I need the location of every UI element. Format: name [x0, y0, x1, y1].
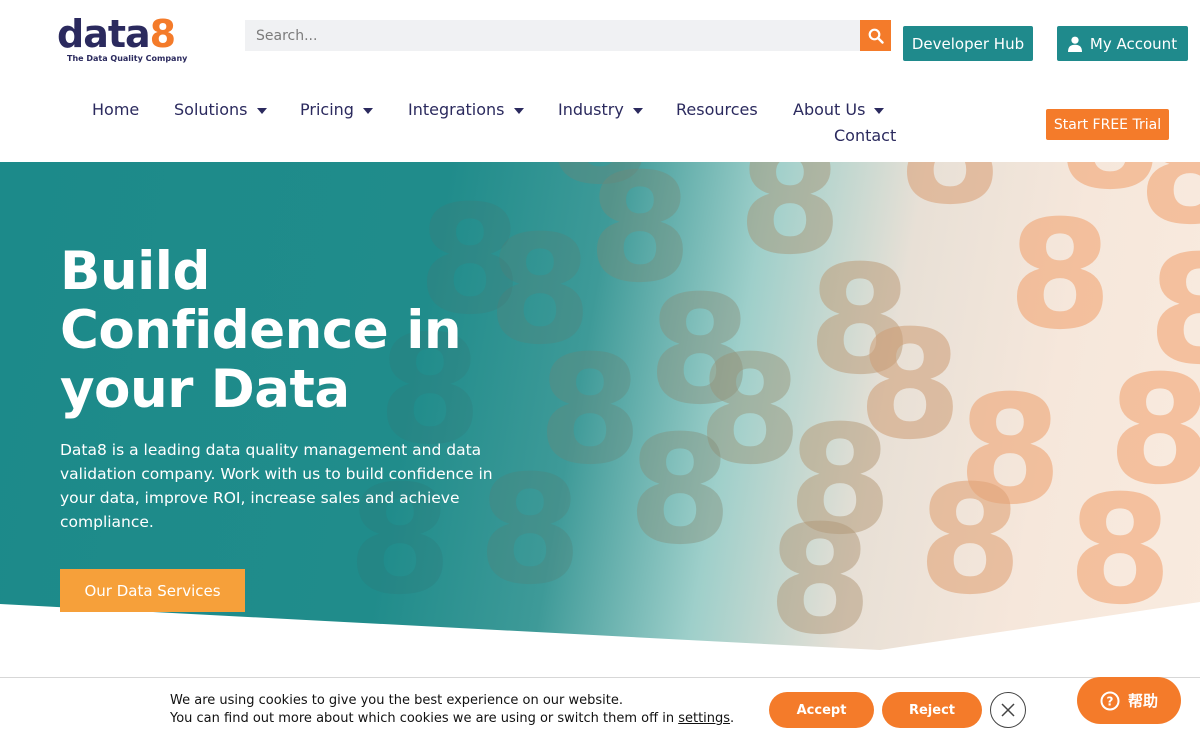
- cookie-settings-link[interactable]: settings: [678, 711, 730, 726]
- nav-item-industry[interactable]: Industry: [558, 100, 643, 119]
- nav-label: Integrations: [408, 100, 505, 119]
- cookie-accept-button[interactable]: Accept: [769, 692, 874, 728]
- our-data-services-button[interactable]: Our Data Services: [60, 569, 245, 612]
- cookie-close-button[interactable]: [990, 692, 1026, 728]
- nav-label: Industry: [558, 100, 624, 119]
- start-free-trial-button[interactable]: Start FREE Trial: [1046, 109, 1169, 140]
- help-widget-button[interactable]: ? 帮助: [1077, 677, 1181, 724]
- hero-subtitle: Data8 is a leading data quality manageme…: [60, 441, 493, 531]
- caret-down-icon: [632, 107, 643, 114]
- user-icon: [1067, 36, 1082, 52]
- cookie-reject-button[interactable]: Reject: [882, 692, 982, 728]
- close-icon: [1001, 703, 1015, 717]
- decor-eight: 8: [918, 454, 1022, 628]
- nav-item-home[interactable]: Home: [92, 100, 139, 119]
- hero-title-line: Build: [60, 241, 210, 302]
- cookie-consent-bar: We are using cookies to give you the bes…: [0, 677, 1200, 740]
- search-bar: [245, 20, 891, 51]
- question-circle-icon: ?: [1100, 691, 1120, 710]
- nav-label: Contact: [834, 126, 897, 145]
- decor-eight: 8: [898, 162, 1002, 238]
- cookie-message: We are using cookies to give you the bes…: [170, 692, 734, 728]
- decor-eight: 8: [1008, 189, 1112, 363]
- nav-item-resources[interactable]: Resources: [676, 100, 758, 119]
- site-header: data8 The Data Quality Company Developer…: [0, 0, 1200, 162]
- logo-tagline: The Data Quality Company: [67, 54, 188, 63]
- cookie-line: We are using cookies to give you the bes…: [170, 693, 624, 708]
- decor-eight: 8: [1138, 162, 1200, 258]
- developer-hub-label: Developer Hub: [911, 34, 1025, 53]
- nav-label: Resources: [676, 100, 758, 119]
- my-account-label: My Account: [1089, 34, 1178, 53]
- hero-title-line: your Data: [60, 359, 350, 420]
- logo-wordmark: data8: [57, 12, 176, 56]
- help-label: 帮助: [1127, 692, 1158, 710]
- nav-label: Pricing: [300, 100, 354, 119]
- nav-label: Solutions: [174, 100, 248, 119]
- decor-eight: 8: [628, 404, 732, 578]
- search-icon: [868, 28, 884, 44]
- nav-item-pricing[interactable]: Pricing: [300, 100, 373, 119]
- hero-title: Build Confidence in your Data: [60, 242, 580, 419]
- hero-banner: 8888888888888888888888888 Build Confiden…: [0, 162, 1200, 662]
- nav-item-contact[interactable]: Contact: [834, 126, 896, 145]
- svg-text:?: ?: [1107, 694, 1114, 708]
- hero-title-line: Confidence in: [60, 300, 462, 361]
- caret-down-icon: [362, 107, 373, 114]
- cookie-line-text: You can find out more about which cookie…: [170, 711, 675, 726]
- my-account-button[interactable]: My Account: [1057, 26, 1188, 61]
- nav-item-solutions[interactable]: Solutions: [174, 100, 267, 119]
- nav-item-about-us[interactable]: About Us: [793, 100, 885, 119]
- developer-hub-button[interactable]: Developer Hub: [903, 26, 1033, 61]
- accept-label: Accept: [796, 702, 847, 718]
- nav-label: About Us: [793, 100, 866, 119]
- nav-label: Home: [92, 100, 140, 119]
- cookie-line-text: .: [730, 711, 735, 726]
- search-button[interactable]: [860, 20, 891, 51]
- nav-item-integrations[interactable]: Integrations: [408, 100, 524, 119]
- cookie-line: You can find out more about which cookie…: [170, 710, 734, 728]
- search-input[interactable]: [245, 20, 860, 51]
- caret-down-icon: [256, 107, 267, 114]
- data8-logo[interactable]: data8 The Data Quality Company: [57, 14, 197, 66]
- reject-label: Reject: [908, 702, 956, 718]
- main-nav: Home Solutions Pricing Integrations Indu…: [0, 100, 1000, 150]
- caret-down-icon: [513, 107, 524, 114]
- trial-label: Start FREE Trial: [1053, 116, 1162, 133]
- decor-eight: 8: [768, 494, 872, 662]
- caret-down-icon: [874, 107, 885, 114]
- cta-label: Our Data Services: [84, 581, 221, 600]
